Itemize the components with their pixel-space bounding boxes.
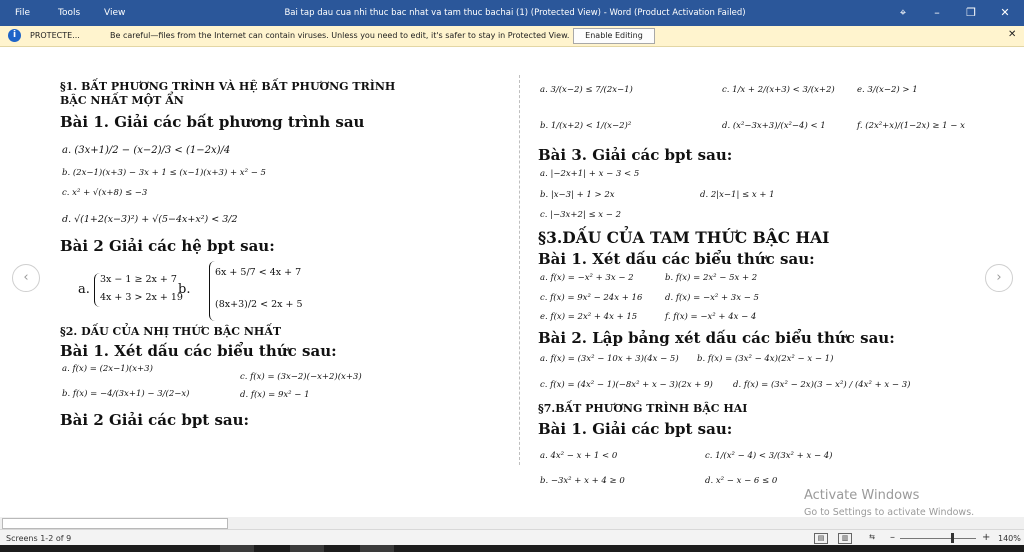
section-7-ex1-c: c. 1/(x² − 4) < 3/(3x² + x − 4) bbox=[705, 451, 833, 461]
section-3-title: §3.DẤU CỦA TAM THỨC BẬC HAI bbox=[538, 228, 830, 247]
read-mode-view-icon[interactable]: ▤ bbox=[814, 533, 828, 544]
exercise-3-d: d. 2|x−1| ≤ x + 1 bbox=[700, 190, 775, 200]
close-bar-icon[interactable]: ✕ bbox=[1008, 29, 1016, 40]
ineq-e: e. 3/(x−2) > 1 bbox=[857, 85, 918, 95]
section-3-ex1-c: c. f(x) = 9x² − 24x + 16 bbox=[540, 293, 643, 303]
section-3-ex2-a: a. f(x) = (3x² − 10x + 3)(4x − 5) bbox=[540, 354, 679, 364]
section-1-title-line2: BẬC NHẤT MỘT ẨN bbox=[60, 94, 184, 107]
ineq-c: c. 1/x + 2/(x+3) < 3/(x+2) bbox=[722, 85, 835, 95]
exercise-3-b: b. |x−3| + 1 > 2x bbox=[540, 190, 615, 200]
enable-editing-button[interactable]: Enable Editing bbox=[573, 28, 655, 44]
exercise-1-b: b. (2x−1)(x+3) − 3x + 1 ≤ (x−1)(x+3) + x… bbox=[62, 168, 266, 178]
activate-windows-title: Activate Windows bbox=[804, 488, 920, 503]
close-window-button[interactable]: ✕ bbox=[992, 3, 1018, 23]
ineq-f: f. (2x²+x)/(1−2x) ≥ 1 − x bbox=[857, 121, 965, 131]
section-2-exercise-1-heading: Bài 1. Xét dấu các biểu thức sau: bbox=[60, 342, 337, 360]
section-2-title: §2. DẤU CỦA NHỊ THỨC BẬC NHẤT bbox=[60, 325, 282, 338]
protected-label: PROTECTE... bbox=[30, 31, 80, 40]
section-3-ex2-b: b. f(x) = (3x² − 4x)(2x² − x − 1) bbox=[697, 354, 834, 364]
horizontal-scrollbar[interactable] bbox=[0, 517, 1024, 529]
zoom-slider-thumb[interactable] bbox=[951, 533, 955, 543]
restore-button[interactable]: ❐ bbox=[958, 3, 984, 23]
minimize-button[interactable]: – bbox=[924, 3, 950, 23]
system-b-label: b. bbox=[178, 282, 191, 297]
section-3-exercise-1-heading: Bài 1. Xét dấu các biểu thức sau: bbox=[538, 250, 815, 268]
section-2-exercise-2-heading: Bài 2 Giải các bpt sau: bbox=[60, 411, 250, 429]
section-3-ex1-b: b. f(x) = 2x² − 5x + 2 bbox=[665, 273, 758, 283]
section-7-ex1-b: b. −3x² + x + 4 ≥ 0 bbox=[540, 476, 625, 486]
section-3-exercise-2-heading: Bài 2. Lập bảng xét dấu các biểu thức sa… bbox=[538, 329, 895, 347]
web-layout-view-icon[interactable]: ⇆ bbox=[866, 533, 878, 542]
zoom-level[interactable]: 140% bbox=[998, 534, 1021, 543]
protected-message: Be careful—files from the Internet can c… bbox=[110, 31, 570, 40]
menu-view[interactable]: View bbox=[104, 8, 125, 18]
section-7-ex1-d: d. x² − x − 6 ≤ 0 bbox=[705, 476, 778, 486]
system-b-line1: 6x + 5/7 < 4x + 7 bbox=[215, 267, 302, 278]
title-bar: File Tools View Bai tap dau cua nhi thuc… bbox=[0, 0, 1024, 26]
exercise-3-c: c. |−3x+2| ≤ x − 2 bbox=[540, 210, 621, 220]
print-layout-view-icon[interactable]: ▥ bbox=[838, 533, 852, 544]
section-2-ex1-d: d. f(x) = 9x² − 1 bbox=[240, 390, 310, 400]
section-7-ex1-a: a. 4x² − x + 1 < 0 bbox=[540, 451, 618, 461]
system-a-line1: 3x − 1 ≥ 2x + 7 bbox=[100, 274, 177, 285]
ineq-a: a. 3/(x−2) ≤ 7/(2x−1) bbox=[540, 85, 633, 95]
exercise-1-c: c. x² + √(x+8) ≤ −3 bbox=[62, 188, 148, 198]
ineq-b: b. 1/(x+2) < 1/(x−2)² bbox=[540, 121, 632, 131]
zoom-out-button[interactable]: – bbox=[890, 532, 895, 543]
scrollbar-thumb[interactable] bbox=[2, 518, 228, 529]
next-screen-button[interactable]: › bbox=[985, 264, 1013, 292]
menu-tools[interactable]: Tools bbox=[58, 8, 80, 18]
exercise-1-d: d. √(1+2(x−3)²) + √(5−4x+x²) < 3/2 bbox=[62, 214, 238, 225]
zoom-in-button[interactable]: + bbox=[982, 532, 990, 543]
fit-window-icon[interactable]: ⌖ bbox=[890, 3, 916, 23]
section-2-ex1-c: c. f(x) = (3x−2)(−x+2)(x+3) bbox=[240, 372, 362, 382]
section-2-ex1-a: a. f(x) = (2x−1)(x+3) bbox=[62, 364, 153, 374]
taskbar-app-button[interactable] bbox=[220, 545, 254, 552]
exercise-3-a: a. |−2x+1| + x − 3 < 5 bbox=[540, 169, 640, 179]
section-3-ex2-c: c. f(x) = (4x² − 1)(−8x² + x − 3)(2x + 9… bbox=[540, 380, 713, 390]
exercise-2-heading: Bài 2 Giải các hệ bpt sau: bbox=[60, 237, 275, 255]
protected-view-bar: i PROTECTE... Be careful—files from the … bbox=[0, 26, 1024, 47]
exercise-3-heading: Bài 3. Giải các bpt sau: bbox=[538, 146, 733, 164]
zoom-slider-track[interactable] bbox=[900, 538, 976, 539]
taskbar-app-button[interactable] bbox=[360, 545, 394, 552]
info-shield-icon: i bbox=[8, 29, 21, 42]
section-2-ex1-b: b. f(x) = −4/(3x+1) − 3/(2−x) bbox=[62, 389, 190, 399]
menu-file[interactable]: File bbox=[15, 8, 30, 18]
previous-screen-button[interactable]: ‹ bbox=[12, 264, 40, 292]
taskbar-app-button[interactable] bbox=[290, 545, 324, 552]
section-3-ex2-d: d. f(x) = (3x² − 2x)(3 − x²) / (4x² + x … bbox=[733, 380, 911, 390]
section-1-title-line1: §1. BẤT PHƯƠNG TRÌNH VÀ HỆ BẤT PHƯƠNG TR… bbox=[60, 80, 396, 93]
system-b-line2: (8x+3)/2 < 2x + 5 bbox=[215, 299, 303, 310]
exercise-1-a: a. (3x+1)/2 − (x−2)/3 < (1−2x)/4 bbox=[62, 145, 231, 156]
system-a-line2: 4x + 3 > 2x + 19 bbox=[100, 292, 183, 303]
section-3-ex1-d: d. f(x) = −x² + 3x − 5 bbox=[665, 293, 759, 303]
section-3-ex1-f: f. f(x) = −x² + 4x − 4 bbox=[665, 312, 757, 322]
section-3-ex1-a: a. f(x) = −x² + 3x − 2 bbox=[540, 273, 634, 283]
column-divider bbox=[519, 75, 520, 465]
section-7-title: §7.BẤT PHƯƠNG TRÌNH BẬC HAI bbox=[538, 402, 748, 415]
window-title: Bai tap dau cua nhi thuc bac nhat va tam… bbox=[284, 8, 746, 18]
screen-count: Screens 1-2 of 9 bbox=[6, 534, 72, 543]
taskbar bbox=[0, 545, 1024, 552]
document-canvas: §1. BẤT PHƯƠNG TRÌNH VÀ HỆ BẤT PHƯƠNG TR… bbox=[0, 47, 1024, 518]
exercise-1-heading: Bài 1. Giải các bất phương trình sau bbox=[60, 113, 365, 131]
status-bar: Screens 1-2 of 9 ▤ ▥ ⇆ – + 140% bbox=[0, 529, 1024, 546]
section-3-ex1-e: e. f(x) = 2x² + 4x + 15 bbox=[540, 312, 638, 322]
ineq-d: d. (x²−3x+3)/(x²−4) < 1 bbox=[722, 121, 826, 131]
system-a-label: a. bbox=[78, 282, 90, 297]
section-7-exercise-1-heading: Bài 1. Giải các bpt sau: bbox=[538, 420, 733, 438]
